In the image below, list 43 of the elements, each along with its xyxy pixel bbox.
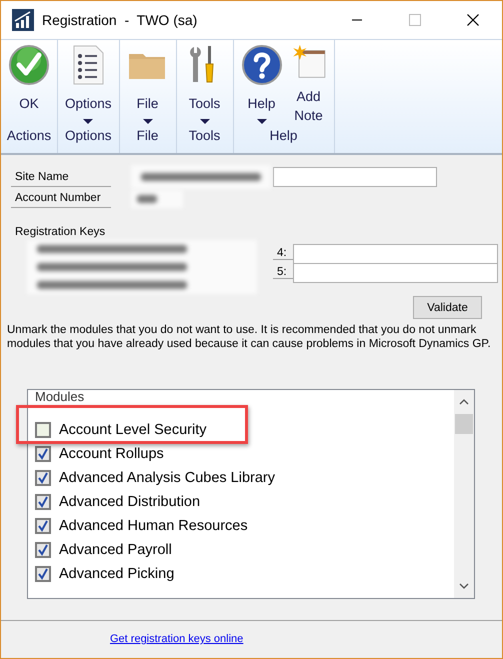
input-field[interactable] <box>293 244 498 264</box>
group-label: Actions <box>6 127 52 145</box>
maximize-icon <box>409 14 421 26</box>
group-label: Help <box>268 127 298 145</box>
checkbox[interactable] <box>35 494 51 510</box>
list-header: Modules <box>35 391 84 403</box>
window-title: Registration - TWO (sa) <box>42 12 198 28</box>
checkbox[interactable] <box>35 518 51 534</box>
module-item[interactable]: Advanced Picking <box>35 564 276 584</box>
checkbox[interactable] <box>35 542 51 558</box>
section-label: Registration Keys <box>15 226 106 238</box>
instruction-text: Unmark the modules that you do not want to use. It is recommended that you do not unmark modules that you have already used because it can cause problems in Microsoft Dynamics GP. <box>7 323 492 351</box>
ribbon-button[interactable]: OK <box>4 40 54 125</box>
group-label: File <box>136 127 160 145</box>
ok-check-icon <box>8 44 50 86</box>
scrollbar[interactable] <box>454 390 474 598</box>
input-field[interactable] <box>273 167 437 187</box>
ribbon-button[interactable]: Options <box>61 40 116 125</box>
ribbon-button[interactable]: File <box>122 40 173 125</box>
help-question-icon <box>240 44 283 86</box>
registration-link[interactable]: Get registration keys online <box>110 633 244 645</box>
module-item[interactable]: Advanced Payroll <box>35 540 276 560</box>
input-field[interactable] <box>293 262 498 282</box>
ribbon-button[interactable]: Tools <box>180 40 230 125</box>
checkbox[interactable] <box>35 446 51 462</box>
ribbon-button[interactable]: Add Note <box>286 40 331 125</box>
group-label: Options <box>64 127 113 145</box>
checkbox[interactable] <box>35 470 51 486</box>
checkbox[interactable] <box>35 566 51 582</box>
module-item[interactable]: Account Level Security <box>35 420 276 440</box>
module-item[interactable]: Advanced Distribution <box>35 492 276 512</box>
checkbox[interactable] <box>35 422 51 438</box>
group-label: Tools <box>188 127 222 145</box>
field-label: Account Number <box>11 189 111 208</box>
close-icon <box>467 14 479 26</box>
ribbon-button[interactable]: Help <box>236 40 287 125</box>
field-label: Site Name <box>11 168 111 186</box>
scroll-thumb[interactable] <box>455 414 473 434</box>
module-item[interactable]: Advanced Analysis Cubes Library <box>35 468 276 488</box>
module-item[interactable]: Account Rollups <box>35 444 276 464</box>
app-logo-icon <box>12 9 34 31</box>
module-item[interactable]: Advanced Human Resources <box>35 516 276 536</box>
validate-button[interactable]: Validate <box>413 296 482 319</box>
